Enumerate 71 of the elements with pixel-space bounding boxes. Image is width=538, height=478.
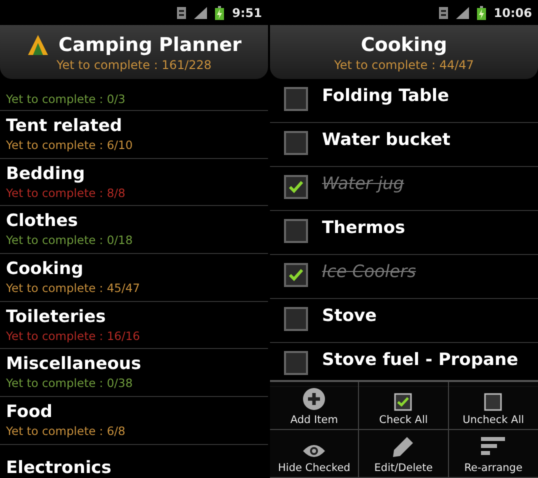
category-item[interactable]: Tent related Yet to complete : 6/10 xyxy=(0,111,268,159)
category-progress: Yet to complete : 6/10 xyxy=(6,136,134,153)
signal-icon xyxy=(194,6,208,18)
category-name: Tent related xyxy=(6,116,124,137)
sim-icon xyxy=(438,6,448,18)
item-name: Folding Table xyxy=(322,85,450,108)
category-name: Bedding xyxy=(6,164,86,185)
item-name: Ice Coolers xyxy=(322,261,416,284)
category-name: Clothes xyxy=(6,211,79,232)
menu-item[interactable]: Re-arrange xyxy=(448,430,538,478)
category-item[interactable]: Miscellaneous Yet to complete : 0/38 xyxy=(0,349,268,398)
checkbox[interactable] xyxy=(284,87,308,111)
check-icon xyxy=(288,268,304,282)
category-item[interactable]: Food Yet to complete : 6/8 xyxy=(0,397,268,445)
menu-item[interactable]: Add Item xyxy=(270,382,360,430)
battery-icon xyxy=(215,6,224,20)
screen-title: Camping Planner xyxy=(58,34,242,56)
signal-icon xyxy=(456,6,469,18)
category-name: Cooking xyxy=(6,258,84,280)
category-name: Toileteries xyxy=(6,306,107,328)
eye-icon xyxy=(302,443,326,459)
checklist-item[interactable]: Water jug xyxy=(270,167,538,211)
category-progress: Yet to complete : 16/16 xyxy=(6,328,141,344)
category-progress: Yet to complete : 0/18 xyxy=(6,232,134,248)
checklist-item[interactable]: Folding Table xyxy=(270,79,538,123)
category-item[interactable]: Electronics xyxy=(0,444,268,478)
checkbox[interactable] xyxy=(284,263,308,287)
menu-item[interactable]: Uncheck All xyxy=(448,382,538,430)
item-name: Stove xyxy=(322,305,377,328)
plus-icon xyxy=(302,387,326,411)
checklist-item[interactable]: Stove xyxy=(270,299,538,343)
checkbox[interactable] xyxy=(284,219,308,243)
checkbox[interactable] xyxy=(284,307,308,331)
category-item[interactable]: Toileteries Yet to complete : 16/16 xyxy=(0,302,268,350)
pencil-icon xyxy=(391,435,416,459)
category-item[interactable]: Yet to complete : 0/3 xyxy=(0,79,268,111)
checkbox[interactable] xyxy=(284,351,308,375)
progress-summary: Yet to complete : 44/47 xyxy=(334,58,474,72)
category-progress: Yet to complete : 0/3 xyxy=(6,91,126,107)
checkbox[interactable] xyxy=(284,131,308,155)
category-progress: Yet to complete : 6/8 xyxy=(6,422,126,439)
category-name: Miscellaneous xyxy=(6,354,142,376)
battery-icon xyxy=(476,6,486,20)
category-item[interactable]: Clothes Yet to complete : 0/18 xyxy=(0,206,268,254)
item-name: Water jug xyxy=(322,173,404,196)
checklist-item[interactable]: Ice Coolers xyxy=(270,255,538,299)
progress-summary: Yet to complete : 161/228 xyxy=(56,58,212,72)
screen-title: Cooking xyxy=(360,34,448,56)
item-name: Stove fuel - Propane xyxy=(322,349,518,372)
menu-item[interactable]: Edit/Delete xyxy=(359,430,449,478)
category-progress: Yet to complete : 8/8 xyxy=(6,184,126,201)
checklist-item[interactable]: Thermos xyxy=(270,211,538,255)
tent-icon xyxy=(26,34,48,56)
sim-icon xyxy=(177,6,186,18)
clock-time: 9:51 xyxy=(232,6,262,20)
category-item[interactable]: Bedding Yet to complete : 8/8 xyxy=(0,158,268,206)
category-name: Electronics xyxy=(6,458,112,478)
menu-item[interactable]: Check All xyxy=(359,382,449,430)
category-progress: Yet to complete : 0/38 xyxy=(6,375,134,392)
item-name: Water bucket xyxy=(322,129,450,152)
menu-item[interactable]: Hide Checked xyxy=(270,430,360,478)
check-icon xyxy=(288,180,304,194)
checklist-item[interactable]: Water bucket xyxy=(270,123,538,167)
checked-box-icon xyxy=(394,393,412,411)
checkbox[interactable] xyxy=(284,175,308,199)
clock-time: 10:06 xyxy=(494,6,532,20)
category-progress: Yet to complete : 45/47 xyxy=(6,280,141,296)
item-name: Thermos xyxy=(322,217,406,240)
category-name: Food xyxy=(6,402,54,423)
category-item[interactable]: Cooking Yet to complete : 45/47 xyxy=(0,254,268,302)
empty-box-icon xyxy=(484,393,502,411)
